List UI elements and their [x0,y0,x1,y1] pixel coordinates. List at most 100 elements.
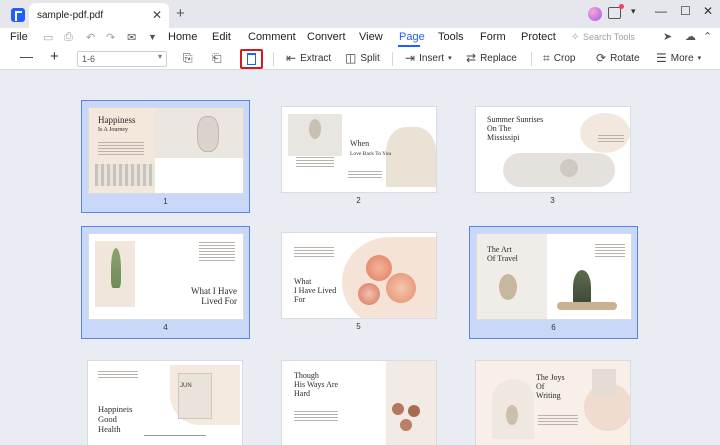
page-number: 5 [356,322,361,331]
extract-button[interactable]: ⇤ Extract [286,51,331,65]
photo-block [503,153,615,187]
page-number: 2 [356,196,361,205]
body-text [294,247,334,259]
rotate-icon: ⟳ [596,51,607,65]
menu-edit[interactable]: Edit [212,31,231,43]
photo-block [178,373,212,419]
menu-comment[interactable]: Comment [248,31,296,43]
split-icon: ◫ [345,51,357,65]
menu-home[interactable]: Home [168,31,197,43]
page-thumbnail[interactable]: Though His Ways Are Hard [275,354,444,445]
menu-page[interactable]: Page [399,31,425,43]
close-tab-icon[interactable]: ✕ [152,8,162,22]
plant-image [309,119,321,139]
plant-image [111,248,121,288]
chair-image [560,159,578,177]
insert-button[interactable]: ⇥ Insert ▾ [405,51,452,65]
zoom-out-button[interactable]: — [20,49,33,64]
page-subtitle: Love Back To You [350,151,392,157]
toolbar-divider [392,52,393,66]
page-range-input[interactable]: 1-6 [77,51,167,67]
page-thumbnail[interactable]: What I Have Lived For 5 [275,226,444,339]
active-menu-indicator [398,45,420,47]
toolbar-divider [273,52,274,66]
crop-button[interactable]: ⌗ Crop [543,51,575,66]
menu-form[interactable]: Form [480,31,506,43]
page-insert-left-icon: ⎘ [183,51,193,65]
page-thumbnail[interactable]: JUN Happineis Good Health [81,354,250,445]
replace-button[interactable]: ⇄ Replace [466,51,517,65]
save-icon[interactable]: ▭ [43,31,53,44]
body-text [538,415,578,427]
send-icon[interactable]: ➤ [663,30,672,43]
quick-access-caret-icon[interactable]: ▼ [148,32,157,42]
extract-label: Extract [300,52,332,64]
more-caret-icon: ▾ [697,55,702,62]
replace-icon: ⇄ [466,51,477,65]
app-logo-icon [11,8,25,22]
rotate-button[interactable]: ⟳ Rotate [596,51,640,65]
page-preview: JUN Happineis Good Health [87,360,243,445]
menu-bar: File ▭ ⎙ ↶ ↷ ✉ ▼ Home Edit Comment Conve… [0,28,720,48]
page-number: 6 [551,323,556,332]
plant-image [573,270,591,304]
gift-icon[interactable] [608,4,624,19]
page-thumbnail[interactable]: What I Have Lived For 4 [81,226,250,339]
menu-view[interactable]: View [359,31,383,43]
insert-page-before-button[interactable]: ⎘ [183,51,193,66]
dropdown-caret-icon[interactable]: ▾ [631,6,636,17]
search-tools-input[interactable]: Search Tools [583,32,635,42]
replace-label: Replace [480,52,517,64]
insert-page-after-button[interactable]: ⎗ [212,51,222,66]
page-thumbnail[interactable]: Summer Sunrises On The Mississipi 3 [469,100,638,213]
upload-cloud-icon[interactable]: ☁ [685,30,696,43]
pastry-image [400,419,412,431]
maximize-icon[interactable]: ☐ [680,4,691,18]
mail-icon[interactable]: ✉ [127,31,136,44]
menu-protect[interactable]: Protect [521,31,556,43]
page-thumbnail[interactable]: The Art Of Travel 6 [469,226,638,339]
page-number: 1 [163,197,168,206]
menu-file[interactable]: File [10,31,28,43]
more-button[interactable]: ☰ More ▾ [656,51,701,65]
new-tab-icon[interactable]: + [176,5,185,22]
page-range-caret-icon[interactable]: ▾ [158,52,162,61]
title-bar: sample-pdf.pdf ✕ + ▾ — ☐ ✕ [0,0,720,28]
zoom-in-button[interactable]: + [50,48,59,65]
page-title: Though His Ways Are Hard [294,371,339,399]
page-preview: The Joys Of Writing [475,360,631,445]
photo-block [95,164,155,186]
menu-convert[interactable]: Convert [307,31,346,43]
avatar[interactable] [588,7,602,21]
page-preview: When Love Back To You [281,106,437,193]
body-text [348,171,382,180]
photo-block [592,369,616,395]
undo-icon[interactable]: ↶ [86,31,95,44]
body-text [98,371,138,380]
minimize-icon[interactable]: — [655,4,667,18]
page-thumbnail[interactable]: When Love Back To You 2 [275,100,444,213]
page-number: 4 [163,323,168,332]
print-icon[interactable]: ⎙ [64,31,73,44]
document-tab[interactable]: sample-pdf.pdf ✕ [29,3,169,28]
page-thumbnail[interactable]: The Joys Of Writing [469,354,638,445]
page-toolbar: — + 1-6 ▾ ⎘ ⎗ ⇤ Extract ◫ Split ⇥ Insert ▾ ⇄… [0,48,720,70]
insert-icon: ⇥ [405,51,416,65]
split-button[interactable]: ◫ Split [345,51,380,65]
page-preview: The Art Of Travel [476,233,632,320]
collapse-ribbon-icon[interactable]: ⌃ [703,30,712,43]
body-text [296,157,334,169]
menu-lines-icon: ☰ [656,51,667,65]
page-title: Happiness [98,115,136,125]
page-thumbnail[interactable]: Happiness Is A Journey 1 [81,100,250,213]
extract-icon: ⇤ [286,51,297,65]
calendar-badge: JUN [180,383,192,389]
lightbulb-icon: ✧ [571,32,580,43]
redo-icon[interactable]: ↷ [106,31,115,44]
close-window-icon[interactable]: ✕ [703,4,713,18]
signature-line [144,435,206,436]
page-insert-right-icon: ⎗ [212,51,222,65]
menu-tools[interactable]: Tools [438,31,464,43]
delete-page-button[interactable] [240,49,263,69]
insert-caret-icon: ▾ [448,55,452,62]
